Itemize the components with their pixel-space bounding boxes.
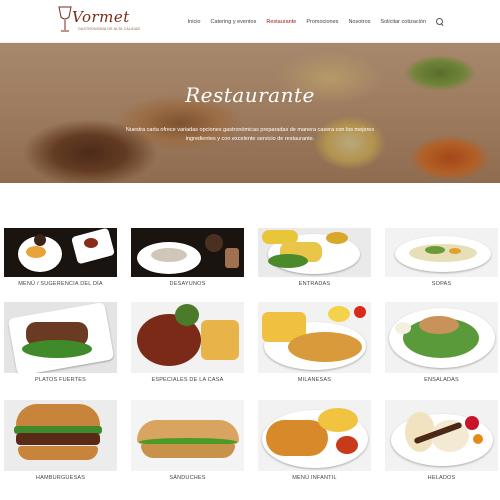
nav-item-inicio[interactable]: Inicio xyxy=(188,19,201,25)
category-image xyxy=(4,228,117,277)
category-label: PLATOS FUERTES xyxy=(34,377,87,383)
category-card-menu-infantil[interactable]: MENÚ INFANTIL xyxy=(258,400,371,481)
category-card-sanduches[interactable]: SÁNDUCHES xyxy=(131,400,244,481)
page-title: Restaurante xyxy=(185,83,315,107)
nav-item-promociones[interactable]: Promociones xyxy=(306,19,338,25)
brand-logo[interactable]: Vormet GASTRONOMIA DE ALTA CALIDAD xyxy=(56,5,140,39)
category-image xyxy=(385,400,498,471)
category-image xyxy=(385,228,498,277)
category-label: HELADOS xyxy=(427,475,456,481)
nav-item-cotizacion[interactable]: Solicitar cotización xyxy=(380,19,426,25)
category-card-ensaladas[interactable]: ENSALADAS xyxy=(385,302,498,383)
category-label: SOPAS xyxy=(431,281,452,287)
search-icon[interactable] xyxy=(436,18,444,26)
brand-name: Vormet xyxy=(72,8,130,26)
category-card-sopas[interactable]: SOPAS xyxy=(385,228,498,287)
category-label: SÁNDUCHES xyxy=(169,475,206,481)
hero-description: Nuestra carta ofrece variadas opciones g… xyxy=(125,127,375,142)
category-card-especiales[interactable]: ESPECIALES DE LA CASA xyxy=(131,302,244,383)
category-label: ENSALADAS xyxy=(424,377,459,383)
category-label: ESPECIALES DE LA CASA xyxy=(151,377,224,383)
category-card-menu[interactable]: MENÚ / SUGERENCIA DEL DÍA xyxy=(4,228,117,287)
category-image xyxy=(131,400,244,471)
nav-item-restaurante[interactable]: Restaurante xyxy=(266,19,296,25)
nav-item-nosotros[interactable]: Nosotros xyxy=(348,19,370,25)
category-label: MENÚ / SUGERENCIA DEL DÍA xyxy=(18,281,103,287)
main-nav: Inicio Catering y eventos Restaurante Pr… xyxy=(188,18,444,26)
category-label: MILANESAS xyxy=(297,377,332,383)
category-card-hamburguesas[interactable]: HAMBURGUESAS xyxy=(4,400,117,481)
category-image xyxy=(258,302,371,373)
category-image xyxy=(4,302,117,373)
category-card-entradas[interactable]: ENTRADAS xyxy=(258,228,371,287)
category-image xyxy=(4,400,117,471)
category-label: DESAYUNOS xyxy=(169,281,206,287)
brand-tagline: GASTRONOMIA DE ALTA CALIDAD xyxy=(78,27,141,31)
category-card-desayunos[interactable]: DESAYUNOS xyxy=(131,228,244,287)
hero-overlay xyxy=(0,43,500,183)
category-image xyxy=(385,302,498,373)
category-image xyxy=(131,302,244,373)
category-image xyxy=(258,400,371,471)
category-card-milanesas[interactable]: MILANESAS xyxy=(258,302,371,383)
hero-banner: Restaurante Nuestra carta ofrece variada… xyxy=(0,43,500,183)
site-header: Vormet GASTRONOMIA DE ALTA CALIDAD Inici… xyxy=(0,0,500,43)
category-image xyxy=(131,228,244,277)
nav-item-catering[interactable]: Catering y eventos xyxy=(211,19,257,25)
category-image xyxy=(258,228,371,277)
category-card-platos-fuertes[interactable]: PLATOS FUERTES xyxy=(4,302,117,383)
category-card-helados[interactable]: HELADOS xyxy=(385,400,498,481)
category-label: ENTRADAS xyxy=(298,281,331,287)
category-label: HAMBURGUESAS xyxy=(35,475,86,481)
category-label: MENÚ INFANTIL xyxy=(292,475,337,481)
